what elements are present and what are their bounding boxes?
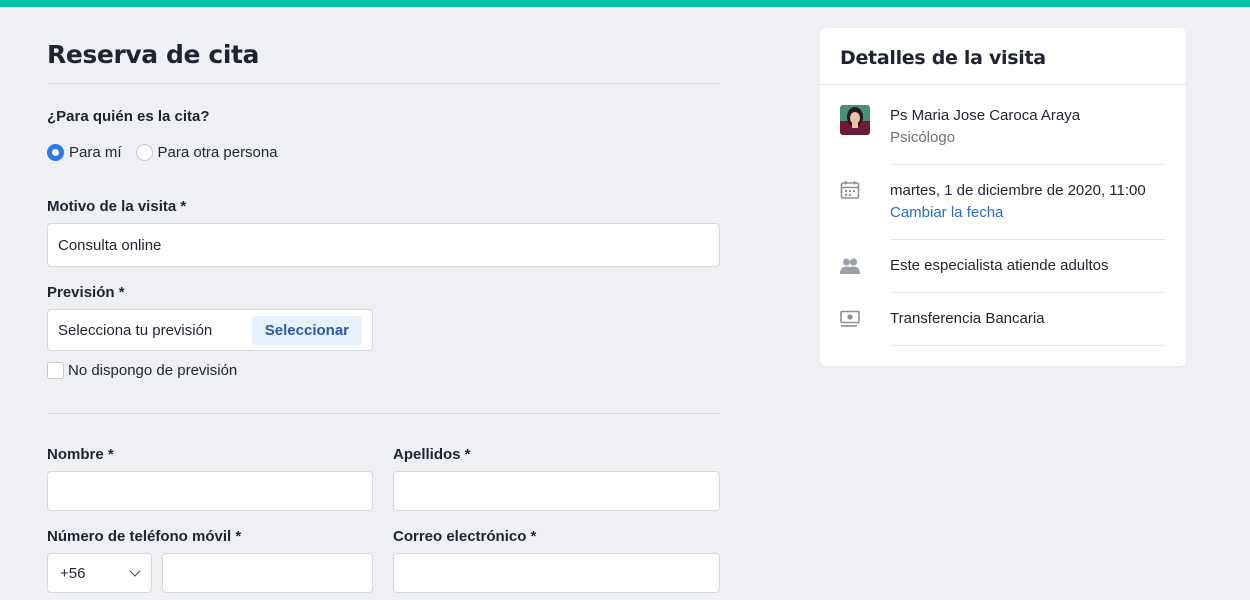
- doctor-role: Psicólogo: [890, 129, 956, 146]
- phone-code-select[interactable]: +56: [47, 553, 152, 593]
- divider: [47, 413, 720, 414]
- visit-date: martes, 1 de diciembre de 2020, 11:00: [890, 182, 1146, 199]
- telefono-field[interactable]: [162, 553, 373, 593]
- correo-label: Correo electrónico *: [393, 528, 537, 545]
- page-title: Reserva de cita: [47, 40, 260, 69]
- people-icon: [840, 257, 860, 280]
- prevision-placeholder: Selecciona tu previsión: [58, 321, 213, 339]
- radio-otra-persona[interactable]: Para otra persona: [135, 144, 278, 161]
- select-prevision-button[interactable]: Seleccionar: [251, 315, 362, 345]
- apellidos-field[interactable]: [393, 471, 720, 511]
- apellidos-label: Apellidos *: [393, 446, 471, 463]
- divider: [890, 292, 1166, 293]
- for-whom-label: ¿Para quién es la cita?: [47, 108, 210, 125]
- phone-code-value: +56: [60, 564, 86, 582]
- motivo-value: Consulta online: [58, 236, 162, 254]
- divider: [890, 164, 1166, 165]
- avatar: [840, 105, 870, 140]
- top-accent-bar: [0, 0, 1250, 7]
- payment-method: Transferencia Bancaria: [890, 310, 1045, 327]
- doctor-name: Ps Maria Jose Caroca Araya: [890, 107, 1081, 124]
- motivo-label: Motivo de la visita *: [47, 198, 187, 215]
- audience-text: Este especialista atiende adultos: [890, 257, 1109, 274]
- motivo-field[interactable]: Consulta online: [47, 223, 720, 267]
- no-prevision-checkbox[interactable]: [47, 362, 64, 379]
- no-prevision-checkbox-row[interactable]: No dispongo de previsión: [47, 362, 237, 379]
- nombre-field[interactable]: [47, 471, 373, 511]
- radio-label-para-mi: Para mí: [69, 144, 122, 161]
- radio-para-mi[interactable]: Para mí: [47, 144, 122, 161]
- radio-button-checked[interactable]: [47, 144, 64, 161]
- divider: [890, 345, 1166, 346]
- telefono-label: Número de teléfono móvil *: [47, 528, 242, 545]
- chevron-down-icon: [129, 565, 141, 577]
- radio-button[interactable]: [135, 144, 153, 161]
- prevision-field[interactable]: Selecciona tu previsión Seleccionar: [47, 309, 373, 351]
- nombre-label: Nombre *: [47, 446, 114, 463]
- divider: [47, 83, 720, 84]
- radio-label-otra-persona: Para otra persona: [157, 144, 278, 161]
- change-date-link[interactable]: Cambiar la fecha: [890, 204, 1003, 221]
- calendar-icon: [840, 180, 860, 205]
- divider: [890, 239, 1166, 240]
- banknote-icon: [840, 310, 860, 333]
- card-title: Detalles de la visita: [840, 47, 1046, 69]
- divider: [820, 84, 1186, 85]
- correo-field[interactable]: [393, 553, 720, 593]
- visit-details-card: Detalles de la visita Ps Maria Jose Caro…: [820, 28, 1186, 366]
- prevision-label: Previsión *: [47, 284, 125, 301]
- no-prevision-label: No dispongo de previsión: [68, 362, 238, 379]
- for-whom-radio-group: Para mí Para otra persona: [47, 144, 292, 161]
